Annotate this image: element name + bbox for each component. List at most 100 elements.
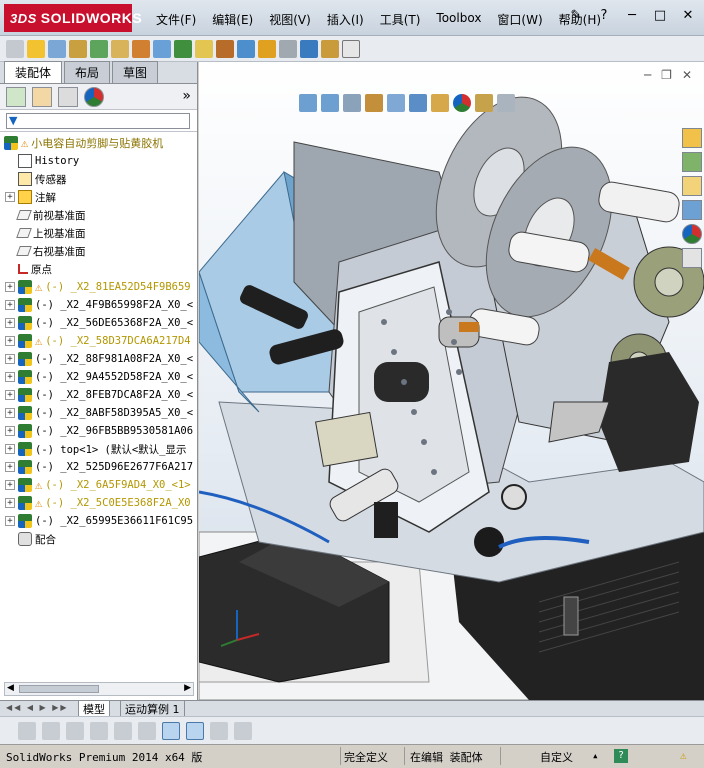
display-manager-icon[interactable]: [84, 86, 104, 107]
menu-tools[interactable]: 工具(T): [372, 9, 429, 30]
help-icon[interactable]: ?: [594, 8, 614, 23]
view-settings-icon[interactable]: [497, 94, 515, 112]
apply-scene-icon[interactable]: [475, 94, 493, 112]
zoom-to-area-icon[interactable]: [321, 94, 339, 112]
tree-item[interactable]: + ⚠ (-) _X2_58D37DCA6A217D4: [0, 332, 196, 350]
mate-tool-icon[interactable]: [153, 39, 171, 58]
pin-icon[interactable]: ✎: [566, 8, 586, 23]
expand-icon[interactable]: +: [5, 318, 15, 328]
tab-layout[interactable]: 布局: [64, 61, 111, 83]
expand-icon[interactable]: +: [5, 354, 15, 364]
component-icon[interactable]: [111, 39, 129, 58]
tree-horizontal-scrollbar[interactable]: ◀ ▶: [4, 682, 194, 696]
move-component-icon[interactable]: [174, 39, 192, 58]
expand-icon[interactable]: +: [5, 480, 15, 490]
expand-icon[interactable]: +: [5, 462, 15, 472]
previous-view-icon[interactable]: [343, 94, 361, 112]
tab-sketch[interactable]: 草图: [112, 61, 159, 83]
tree-item[interactable]: + (-) _X2_96FB5BB9530581A06: [0, 422, 196, 440]
tree-item[interactable]: History: [0, 152, 196, 170]
tree-item[interactable]: + (-) _X2_56DE65368F2A_X0_<: [0, 314, 196, 332]
explode-icon[interactable]: [279, 39, 297, 58]
display-style-icon[interactable]: [409, 94, 427, 112]
zoom-to-fit-icon[interactable]: [299, 94, 317, 112]
restore-icon[interactable]: □: [650, 8, 670, 23]
tree-item[interactable]: 上视基准面: [0, 224, 196, 242]
tree-item[interactable]: + (-) top<1> (默认<默认_显示: [0, 440, 196, 458]
tree-item[interactable]: + ⚠ (-) _X2_5C0E5E368F2A_X0: [0, 494, 196, 512]
tab-navigation-arrows[interactable]: ◀◀ ◀ ▶ ▶▶: [6, 703, 69, 712]
edit-appearance-icon[interactable]: [453, 94, 471, 112]
graphics-area[interactable]: ─ ❐ ✕: [199, 62, 704, 700]
expand-icon[interactable]: +: [5, 282, 15, 292]
expand-icon[interactable]: +: [5, 444, 15, 454]
expand-icon[interactable]: +: [5, 408, 15, 418]
close-icon[interactable]: ✕: [678, 8, 698, 23]
open-icon[interactable]: [27, 39, 45, 58]
unit-system[interactable]: 自定义: [540, 749, 573, 765]
custom-properties-icon[interactable]: [682, 248, 702, 268]
hide-show-items-icon[interactable]: [431, 94, 449, 112]
scroll-left-icon[interactable]: ◀: [7, 683, 14, 693]
tree-item[interactable]: + (-) _X2_9A4552D58F2A_X0_<: [0, 368, 196, 386]
tree-item[interactable]: + (-) _X2_88F981A08F2A_X0_<: [0, 350, 196, 368]
toolbox-icon[interactable]: [321, 39, 339, 58]
solidworks-logo[interactable]: 3DS SOLIDWORKS: [4, 4, 142, 32]
filter-input[interactable]: ▼: [6, 113, 190, 129]
graphics-restore-icon[interactable]: ❐: [661, 68, 672, 82]
resources-icon[interactable]: [682, 128, 702, 148]
expand-icon[interactable]: +: [5, 192, 15, 202]
menu-file[interactable]: 文件(F): [148, 9, 204, 30]
tree-item[interactable]: 右视基准面: [0, 242, 196, 260]
menu-view[interactable]: 视图(V): [261, 9, 319, 30]
view-toolbar-icon-3[interactable]: [66, 721, 84, 740]
menu-insert[interactable]: 插入(I): [319, 9, 372, 30]
chevron-right-icon[interactable]: »: [182, 88, 191, 104]
tree-item[interactable]: 配合: [0, 530, 196, 548]
smart-fastener-icon[interactable]: [195, 39, 213, 58]
section-view-icon[interactable]: [365, 94, 383, 112]
graphics-close-icon[interactable]: ✕: [682, 68, 692, 82]
expand-icon[interactable]: +: [5, 498, 15, 508]
menu-window[interactable]: 窗口(W): [489, 9, 550, 30]
isometric-view-icon[interactable]: [186, 721, 204, 740]
feature-tree-icon[interactable]: [6, 86, 26, 107]
measure-icon[interactable]: [258, 39, 276, 58]
tree-item[interactable]: + (-) _X2_8ABF58D395A5_X0_<: [0, 404, 196, 422]
design-library-icon[interactable]: [682, 152, 702, 172]
help-status-icon[interactable]: ?: [614, 749, 628, 763]
view-toolbar-icon-4[interactable]: [90, 721, 108, 740]
view-toolbar-icon-6[interactable]: [138, 721, 156, 740]
tree-item[interactable]: + 注解: [0, 188, 196, 206]
notification-icon[interactable]: ⚠: [680, 749, 687, 762]
tree-item[interactable]: + (-) _X2_525D96E2677F6A217: [0, 458, 196, 476]
minimize-icon[interactable]: ─: [622, 8, 642, 23]
tree-item[interactable]: 传感器: [0, 170, 196, 188]
tree-item[interactable]: + ⚠ (-) _X2_81EA52D54F9B659: [0, 278, 196, 296]
shaded-view-icon[interactable]: [162, 721, 180, 740]
view-toolbar-icon-2[interactable]: [42, 721, 60, 740]
print-icon[interactable]: [69, 39, 87, 58]
expand-icon[interactable]: +: [5, 336, 15, 346]
expand-icon[interactable]: +: [5, 390, 15, 400]
tab-assembly[interactable]: 装配体: [4, 61, 63, 83]
tree-item[interactable]: 前视基准面: [0, 206, 196, 224]
tree-item[interactable]: + ⚠ (-) _X2_6A5F9AD4_X0_<1>: [0, 476, 196, 494]
menu-toolbox[interactable]: Toolbox: [428, 9, 489, 30]
expand-icon[interactable]: +: [5, 300, 15, 310]
property-manager-icon[interactable]: [32, 86, 52, 107]
rebuild-icon[interactable]: [216, 39, 234, 58]
options-icon[interactable]: [237, 39, 255, 58]
tree-item[interactable]: + (-) _X2_65995E36611F61C95: [0, 512, 196, 530]
ruler-icon[interactable]: [300, 39, 318, 58]
scroll-thumb[interactable]: [19, 685, 99, 693]
table-view-icon[interactable]: [210, 721, 228, 740]
tree-root-assembly[interactable]: ⚠ 小电容自动剪脚与贴黄胶机: [0, 134, 196, 152]
tree-item[interactable]: 原点: [0, 260, 196, 278]
configuration-manager-icon[interactable]: [58, 86, 78, 107]
insert-part-icon[interactable]: [132, 39, 150, 58]
expand-icon[interactable]: +: [5, 372, 15, 382]
view-toolbar-icon-1[interactable]: [18, 721, 36, 740]
display-pane-icon[interactable]: [342, 39, 360, 58]
scroll-right-icon[interactable]: ▶: [184, 683, 191, 693]
